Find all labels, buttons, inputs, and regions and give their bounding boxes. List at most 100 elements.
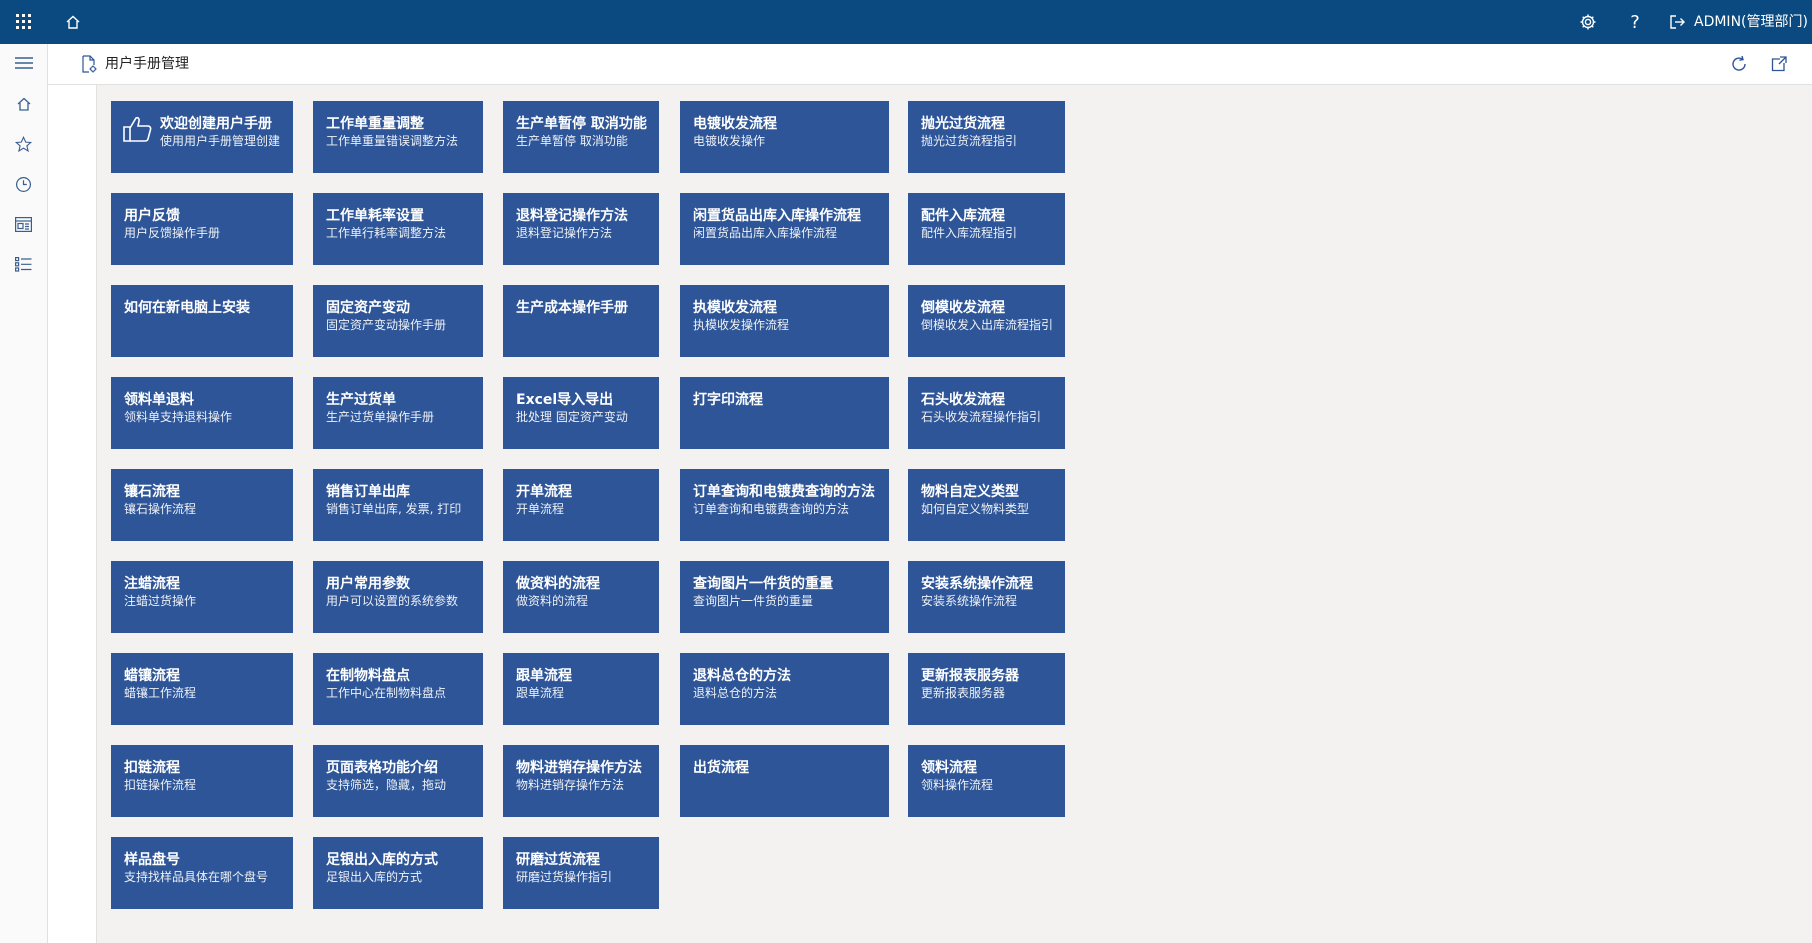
open-in-new-window-icon[interactable]: [1768, 44, 1790, 84]
sign-out-icon[interactable]: [1665, 0, 1689, 44]
top-bar: ? ADMIN(管理部门): [0, 0, 1812, 44]
tile-title: 退料总仓的方法: [693, 668, 791, 684]
recent-clock-icon[interactable]: [0, 166, 47, 202]
home-icon[interactable]: [0, 86, 47, 122]
tile[interactable]: 生产成本操作手册: [503, 285, 659, 357]
tile-subtitle: 物料进销存操作方法: [516, 778, 625, 792]
refresh-icon[interactable]: [1728, 44, 1750, 84]
tile-subtitle: 使用用户手册管理创建: [160, 134, 281, 148]
page-title: 用户手册管理: [105, 56, 189, 72]
tile-title: 更新报表服务器: [921, 668, 1019, 684]
tile[interactable]: 做资料的流程 做资料的流程: [503, 561, 659, 633]
tile[interactable]: 扣链流程扣链操作流程: [111, 745, 293, 817]
help-icon[interactable]: ?: [1622, 0, 1648, 44]
tile[interactable]: 物料进销存操作方法 物料进销存操作方法: [503, 745, 659, 817]
modules-list-icon[interactable]: [0, 246, 47, 282]
tile[interactable]: 工作单耗率设置 工作单行耗率调整方法: [313, 193, 483, 265]
tile-subtitle: 抛光过货流程指引: [921, 134, 1018, 148]
tile-title: 如何在新电脑上安装: [124, 300, 250, 316]
tile-subtitle: 销售订单出库, 发票, 打印: [326, 502, 462, 516]
tile[interactable]: 工作单重量调整 工作单重量错误调整方法: [313, 101, 483, 173]
tile[interactable]: 在制物料盘点 工作中心在制物料盘点: [313, 653, 483, 725]
tile-subtitle: 批处理 固定资产变动: [516, 410, 628, 424]
tile-title: 倒模收发流程: [921, 300, 1005, 316]
tile[interactable]: 如何在新电脑上安装: [111, 285, 293, 357]
tile[interactable]: 领料单退料 领料单支持退料操作: [111, 377, 293, 449]
tile-subtitle: 研磨过货操作指引: [516, 870, 613, 884]
workspace-icon[interactable]: [0, 206, 47, 242]
tile[interactable]: 蜡镶流程 蜡镶工作流程: [111, 653, 293, 725]
tile[interactable]: 抛光过货流程 抛光过货流程指引: [908, 101, 1065, 173]
page-header: 用户手册管理: [48, 44, 1812, 85]
home-icon[interactable]: [60, 0, 86, 44]
tile[interactable]: 注蜡流程注蜡过货操作: [111, 561, 293, 633]
tile[interactable]: 出货流程: [680, 745, 889, 817]
tile[interactable]: 镶石流程镶石操作流程: [111, 469, 293, 541]
tile[interactable]: 生产过货单 生产过货单操作手册: [313, 377, 483, 449]
tile-subtitle: 做资料的流程: [516, 594, 589, 608]
tile[interactable]: 电镀收发流程 电镀收发操作: [680, 101, 889, 173]
tile[interactable]: 查询图片一件货的重量 查询图片一件货的重量: [680, 561, 889, 633]
menu-icon[interactable]: [0, 45, 47, 81]
tile[interactable]: 执模收发流程 执模收发操作流程: [680, 285, 889, 357]
tile-subtitle: 镶石操作流程: [124, 502, 197, 516]
tile[interactable]: 更新报表服务器 更新报表服务器: [908, 653, 1065, 725]
tile-subtitle: 注蜡过货操作: [124, 594, 197, 608]
tile[interactable]: 页面表格功能介绍 支持筛选，隐藏，拖动: [313, 745, 483, 817]
tile-subtitle: 退料总仓的方法: [693, 686, 778, 700]
tile-title: 执模收发流程: [693, 300, 777, 316]
tile-title: 镶石流程: [124, 484, 180, 500]
tile[interactable]: 开单流程 开单流程: [503, 469, 659, 541]
favorites-star-icon[interactable]: [0, 126, 47, 162]
app-launcher-icon[interactable]: [10, 0, 38, 44]
tile-title: 领料流程: [921, 760, 977, 776]
tile-subtitle: 倒模收发入出库流程指引: [921, 318, 1054, 332]
tile-subtitle: 用户反馈操作手册: [124, 226, 221, 240]
tile[interactable]: 足银出入库的方式 足银出入库的方式: [313, 837, 483, 909]
settings-icon[interactable]: [1575, 0, 1601, 44]
tile[interactable]: 欢迎创建用户手册 使用用户手册管理创建: [111, 101, 293, 173]
tile-subtitle: 开单流程: [516, 502, 565, 516]
tile-subtitle: 查询图片一件货的重量: [693, 594, 814, 608]
tile-subtitle: 如何自定义物料类型: [921, 502, 1030, 516]
tile[interactable]: 倒模收发流程倒模收发入出库流程指引: [908, 285, 1065, 357]
tile-subtitle: 工作中心在制物料盘点: [326, 686, 447, 700]
tile-title: 电镀收发流程: [693, 116, 777, 132]
tile[interactable]: 退料登记操作方法 退料登记操作方法: [503, 193, 659, 265]
tile[interactable]: 领料流程 领料操作流程: [908, 745, 1065, 817]
tile-title: 扣链流程: [124, 760, 180, 776]
tile[interactable]: 石头收发流程石头收发流程操作指引: [908, 377, 1065, 449]
tile-subtitle: 工作单行耗率调整方法: [326, 226, 447, 240]
tile-subtitle: 更新报表服务器: [921, 686, 1006, 700]
tile[interactable]: 生产单暂停 取消功能 生产单暂停 取消功能: [503, 101, 659, 173]
tile[interactable]: 跟单流程 跟单流程: [503, 653, 659, 725]
tile-title: 石头收发流程: [921, 392, 1005, 408]
tile[interactable]: 退料总仓的方法 退料总仓的方法: [680, 653, 889, 725]
tile-subtitle: 扣链操作流程: [124, 778, 197, 792]
user-label[interactable]: ADMIN(管理部门): [1694, 0, 1808, 44]
tile-title: 跟单流程: [516, 668, 572, 684]
tile[interactable]: Excel导入导出 批处理 固定资产变动: [503, 377, 659, 449]
tile[interactable]: 用户反馈 用户反馈操作手册: [111, 193, 293, 265]
tile-title: 注蜡流程: [124, 576, 180, 592]
tile[interactable]: 订单查询和电镀费查询的方法 订单查询和电镀费查询的方法: [680, 469, 889, 541]
tile[interactable]: 安装系统操作流程 安装系统操作流程: [908, 561, 1065, 633]
tile[interactable]: 研磨过货流程 研磨过货操作指引: [503, 837, 659, 909]
tile[interactable]: 配件入库流程 配件入库流程指引: [908, 193, 1065, 265]
tile[interactable]: 打字印流程: [680, 377, 889, 449]
tile[interactable]: 样品盘号 支持找样品具体在哪个盘号: [111, 837, 293, 909]
tile[interactable]: 用户常用参数 用户可以设置的系统参数: [313, 561, 483, 633]
tile-title: 查询图片一件货的重量: [693, 576, 833, 592]
tile-subtitle: 足银出入库的方式: [326, 870, 423, 884]
tile[interactable]: 固定资产变动 固定资产变动操作手册: [313, 285, 483, 357]
content-area: 欢迎创建用户手册 使用用户手册管理创建 工作单重量调整 工作单重量错误调整方法 生产单暂…: [48, 85, 1812, 943]
tile-title: 生产单暂停 取消功能: [516, 116, 647, 132]
tile[interactable]: 物料自定义类型 如何自定义物料类型: [908, 469, 1065, 541]
tile[interactable]: 销售订单出库 销售订单出库, 发票, 打印: [313, 469, 483, 541]
tile-title: 足银出入库的方式: [326, 852, 438, 868]
tile-subtitle: 闲置货品出库入库操作流程: [693, 226, 838, 240]
tile[interactable]: 闲置货品出库入库操作流程 闲置货品出库入库操作流程: [680, 193, 889, 265]
tile-subtitle: 石头收发流程操作指引: [921, 410, 1042, 424]
tile-title: 领料单退料: [124, 392, 194, 408]
tile-title: 样品盘号: [124, 852, 180, 868]
